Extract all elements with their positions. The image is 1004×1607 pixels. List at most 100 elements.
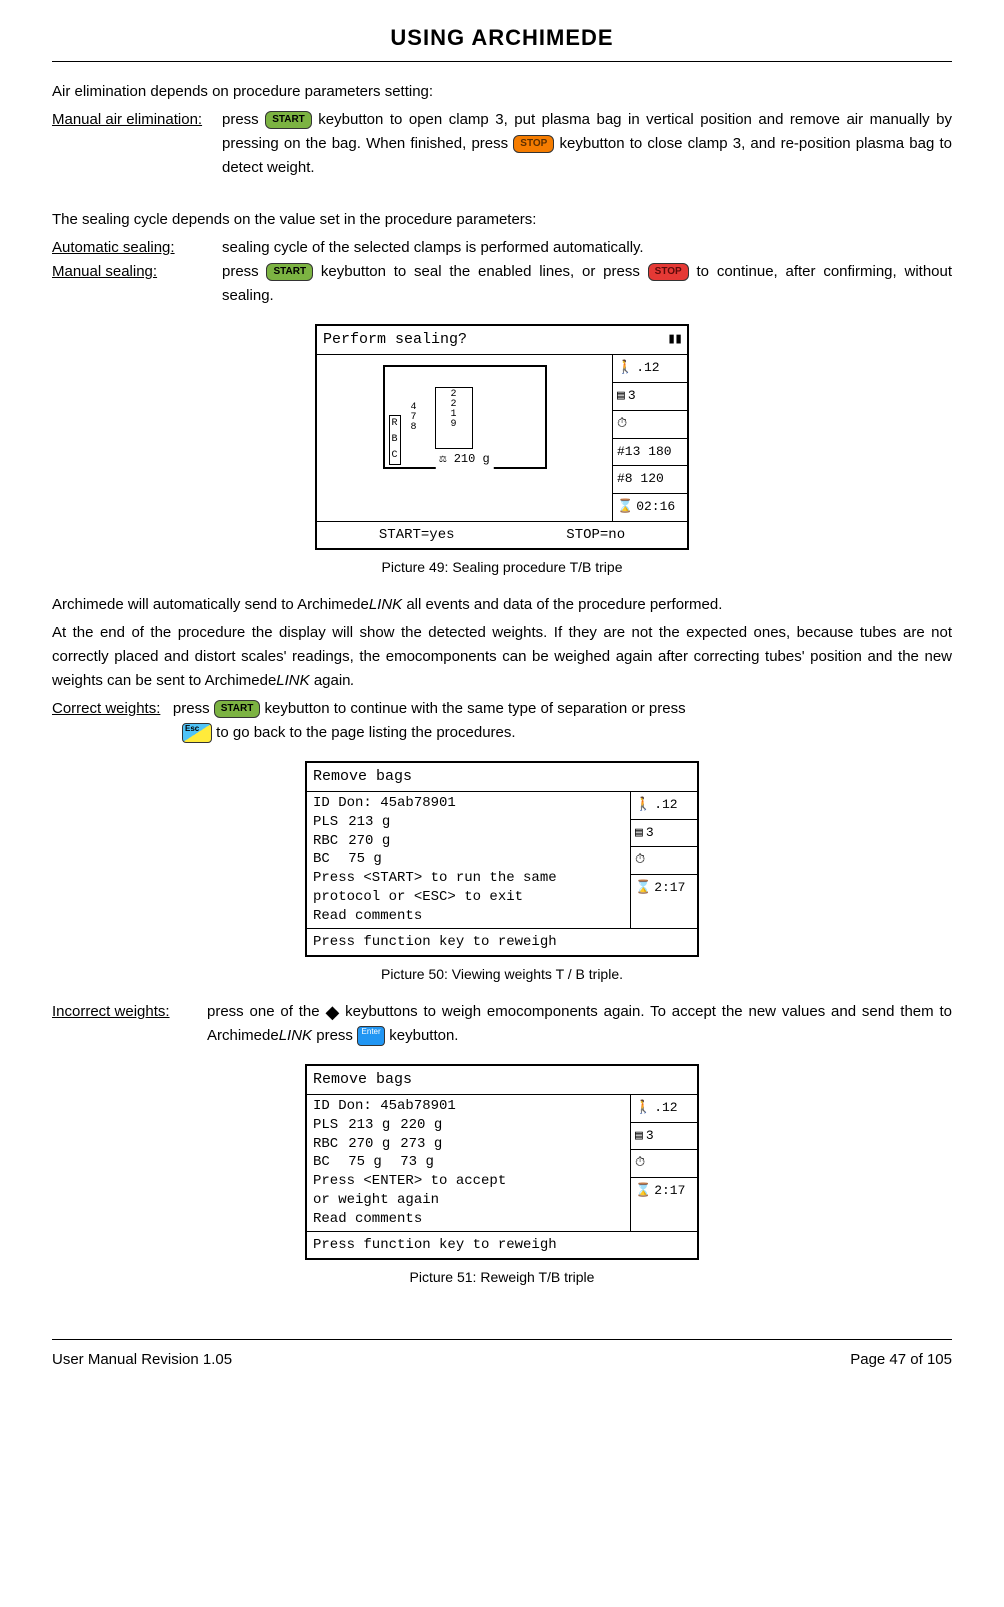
side-val: .12 (654, 1098, 677, 1119)
weights-table: PLS213 g RBC270 g BC75 g (313, 813, 400, 870)
hourglass-icon: ⌛ (617, 497, 633, 518)
manual-air-row: Manual air elimination: press START keyb… (52, 108, 952, 180)
lcd-side: 🚶.12 ▤3 ⏱ #13 180 #8 120 ⌛02:16 (612, 355, 687, 521)
text: keybutton to seal the enabled lines, or … (321, 263, 648, 280)
intro-paragraph: Air elimination depends on procedure par… (52, 80, 952, 104)
pause-icon: ▮▮ (667, 328, 681, 352)
link-paragraph-2: At the end of the procedure the display … (52, 621, 952, 693)
doc-icon: ▤ (635, 1126, 643, 1147)
side-val: 3 (646, 823, 654, 844)
side-val (630, 414, 638, 435)
text-italic: . (351, 672, 355, 689)
doc-icon: ▤ (635, 823, 643, 844)
text: all events and data of the procedure per… (402, 596, 722, 613)
lcd-main: ID Don: 45ab78901 PLS213 g RBC270 g BC75… (307, 792, 630, 928)
text: keybutton. (389, 1027, 458, 1044)
page-footer: User Manual Revision 1.05 Page 47 of 105 (52, 1339, 952, 1372)
manual-seal-row: Manual sealing: press START keybutton to… (52, 260, 952, 308)
lcd-screen-50: Remove bags ID Don: 45ab78901 PLS213 g R… (305, 761, 699, 958)
lcd-screen-51: Remove bags ID Don: 45ab78901 PLS213 g22… (305, 1064, 699, 1261)
text: keybutton to continue with the same type… (265, 700, 686, 717)
hourglass-icon: ⌛ (635, 878, 651, 899)
stop-keybutton-icon: STOP (513, 135, 554, 153)
page-title: USING ARCHIMEDE (52, 20, 952, 62)
figure-50: Remove bags ID Don: 45ab78901 PLS213 g R… (52, 761, 952, 958)
slot-side-nums: 4 7 8 (411, 403, 417, 433)
side-val (648, 850, 656, 871)
side-val: .12 (636, 358, 659, 379)
incorrect-weights-row: Incorrect weights: press one of the ◆ ke… (52, 1000, 952, 1048)
clock-icon: ⏱ (635, 1153, 645, 1174)
manual-seal-content: press START keybutton to seal the enable… (222, 260, 952, 308)
stop-keybutton-icon: STOP (648, 263, 689, 281)
lcd-title: Remove bags (313, 1068, 412, 1092)
text: again (310, 672, 351, 689)
lcd-side: 🚶.12 ▤3 ⏱ ⌛2:17 (630, 792, 697, 928)
msg-line: Read comments (313, 1210, 624, 1229)
person-icon: 🚶 (635, 795, 651, 816)
weights-table: PLS213 g220 g RBC270 g273 g BC75 g73 g (313, 1116, 452, 1173)
figure-49: Perform sealing? ▮▮ R B C 4 7 8 2 2 1 9 … (52, 324, 952, 550)
footer-left: START=yes (379, 524, 455, 546)
caption-51: Picture 51: Reweigh T/B triple (52, 1266, 952, 1288)
lcd-titlebar: Remove bags (307, 1066, 697, 1095)
lcd-main: R B C 4 7 8 2 2 1 9 ⚖ 210 g (317, 355, 612, 507)
text-italic: LINK (279, 1027, 312, 1044)
text: press (222, 263, 266, 280)
start-keybutton-icon: START (266, 263, 313, 281)
text: press (222, 111, 265, 128)
lcd-footer: START=yes STOP=no (317, 521, 687, 548)
side-val: 3 (628, 386, 636, 407)
clock-icon: ⏱ (635, 850, 645, 871)
enter-keybutton-icon: Enter (357, 1026, 385, 1046)
lcd-footer: Press function key to reweigh (307, 928, 697, 955)
device-diagram: R B C 4 7 8 2 2 1 9 ⚖ 210 g (383, 365, 547, 469)
side-val: 2:17 (654, 878, 685, 899)
side-val: 02:16 (636, 497, 675, 518)
side-val: 3 (646, 1126, 654, 1147)
auto-seal-content: sealing cycle of the selected clamps is … (222, 236, 952, 260)
manual-air-content: press START keybutton to open clamp 3, p… (222, 108, 952, 180)
sealing-intro: The sealing cycle depends on the value s… (52, 208, 952, 232)
msg-line: Press <START> to run the same (313, 869, 624, 888)
id-line: ID Don: 45ab78901 (313, 794, 624, 813)
clock-icon: ⏱ (617, 414, 627, 435)
hourglass-icon: ⌛ (635, 1181, 651, 1202)
start-keybutton-icon: START (265, 111, 312, 129)
incorrect-weights-label: Incorrect weights: (52, 1000, 207, 1024)
lcd-titlebar: Remove bags (307, 763, 697, 792)
lcd-title: Perform sealing? (323, 328, 467, 352)
person-icon: 🚶 (617, 358, 633, 379)
manual-air-label: Manual air elimination: (52, 108, 222, 132)
footer-revision: User Manual Revision 1.05 (52, 1348, 232, 1372)
msg-line: protocol or <ESC> to exit (313, 888, 624, 907)
device-weight: ⚖ 210 g (435, 450, 493, 469)
start-keybutton-icon: START (214, 700, 261, 718)
incorrect-weights-content: press one of the ◆ keybuttons to weigh e… (207, 1000, 952, 1048)
text: Archimede will automatically send to Arc… (52, 596, 369, 613)
auto-seal-label: Automatic sealing: (52, 236, 222, 260)
auto-seal-row: Automatic sealing: sealing cycle of the … (52, 236, 952, 260)
text: press one of the (207, 1003, 325, 1020)
text-italic: LINK (276, 672, 309, 689)
footer-page-number: Page 47 of 105 (850, 1348, 952, 1372)
lcd-screen-49: Perform sealing? ▮▮ R B C 4 7 8 2 2 1 9 … (315, 324, 689, 550)
text: At the end of the procedure the display … (52, 624, 952, 689)
person-icon: 🚶 (635, 1098, 651, 1119)
esc-keybutton-icon: Esc (182, 723, 212, 743)
arrow-keybutton-icon: ◆ (325, 1003, 339, 1021)
side-val: #13 180 (617, 442, 672, 463)
text: press (316, 1027, 357, 1044)
figure-51: Remove bags ID Don: 45ab78901 PLS213 g22… (52, 1064, 952, 1261)
id-line: ID Don: 45ab78901 (313, 1097, 624, 1116)
text: to go back to the page listing the proce… (216, 724, 515, 741)
text-italic: LINK (369, 596, 402, 613)
link-paragraph-1: Archimede will automatically send to Arc… (52, 593, 952, 617)
doc-icon: ▤ (617, 386, 625, 407)
caption-49: Picture 49: Sealing procedure T/B tripe (52, 556, 952, 578)
lcd-footer: Press function key to reweigh (307, 1231, 697, 1258)
text: press (173, 700, 214, 717)
footer-right: STOP=no (566, 524, 625, 546)
side-val: .12 (654, 795, 677, 816)
caption-50: Picture 50: Viewing weights T / B triple… (52, 963, 952, 985)
